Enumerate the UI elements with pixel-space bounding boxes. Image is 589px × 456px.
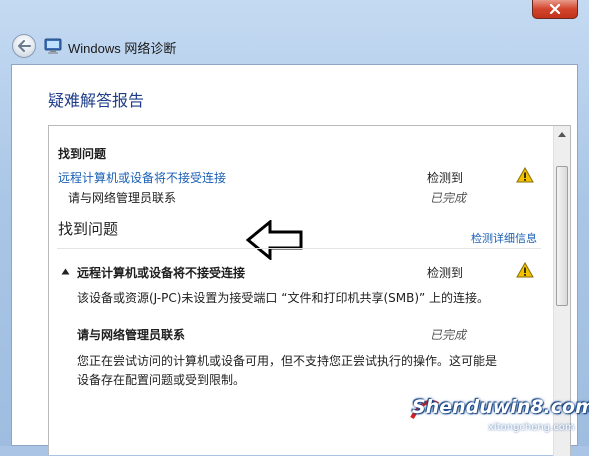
- watermark-sub-text: xitongcheng.com: [488, 422, 575, 433]
- network-diagnostics-icon: [44, 38, 62, 54]
- summary-followup-label: 请与网络管理员联系: [68, 191, 177, 205]
- page-title: 疑难解答报告: [48, 91, 145, 110]
- summary-section-title: 找到问题: [58, 147, 107, 161]
- summary-issue-link[interactable]: 远程计算机或设备将不接受连接: [58, 169, 226, 186]
- scroll-thumb[interactable]: [556, 166, 568, 306]
- close-icon: [549, 4, 561, 14]
- summary-followup-status: 已完成: [430, 191, 467, 205]
- issue-status: 检测到: [427, 266, 464, 280]
- back-button[interactable]: [12, 34, 36, 58]
- warning-icon: [516, 262, 534, 278]
- details-section-title: 找到问题: [58, 220, 119, 238]
- scroll-up-button[interactable]: [554, 126, 570, 143]
- chevron-up-icon: [558, 132, 566, 137]
- site-watermark: Shenduwin8.com xitongcheng.com: [407, 388, 589, 444]
- issue-description: 该设备或资源(J-PC)未设置为接受端口 “文件和打印机共享(SMB)” 上的连…: [77, 291, 490, 305]
- issue-title: 远程计算机或设备将不接受连接: [77, 266, 246, 280]
- window-frame: Windows 网络诊断 疑难解答报告 找到问题 远程计算机或设备将不接受连接 …: [0, 0, 589, 456]
- title-bar: Windows 网络诊断: [0, 24, 589, 64]
- window-title: Windows 网络诊断: [68, 41, 177, 56]
- summary-issue-status: 检测到: [427, 171, 464, 185]
- warning-icon: [516, 167, 534, 183]
- followup-description-line1: 您正在尝试访问的计算机或设备可用，但不支持您正尝试执行的操作。这可能是: [77, 354, 498, 368]
- followup-title: 请与网络管理员联系: [77, 328, 186, 342]
- watermark-main-text: Shenduwin8.com: [412, 396, 589, 418]
- followup-status: 已完成: [430, 328, 467, 342]
- collapse-triangle-icon[interactable]: [61, 268, 70, 275]
- pointer-arrow-icon: [246, 220, 303, 260]
- close-button[interactable]: [532, 0, 578, 19]
- followup-description-line2: 设备存在配置问题或受到限制。: [77, 373, 246, 387]
- detection-details-link[interactable]: 检测详细信息: [471, 230, 537, 246]
- arrow-left-icon: [18, 40, 31, 52]
- divider: [57, 248, 541, 249]
